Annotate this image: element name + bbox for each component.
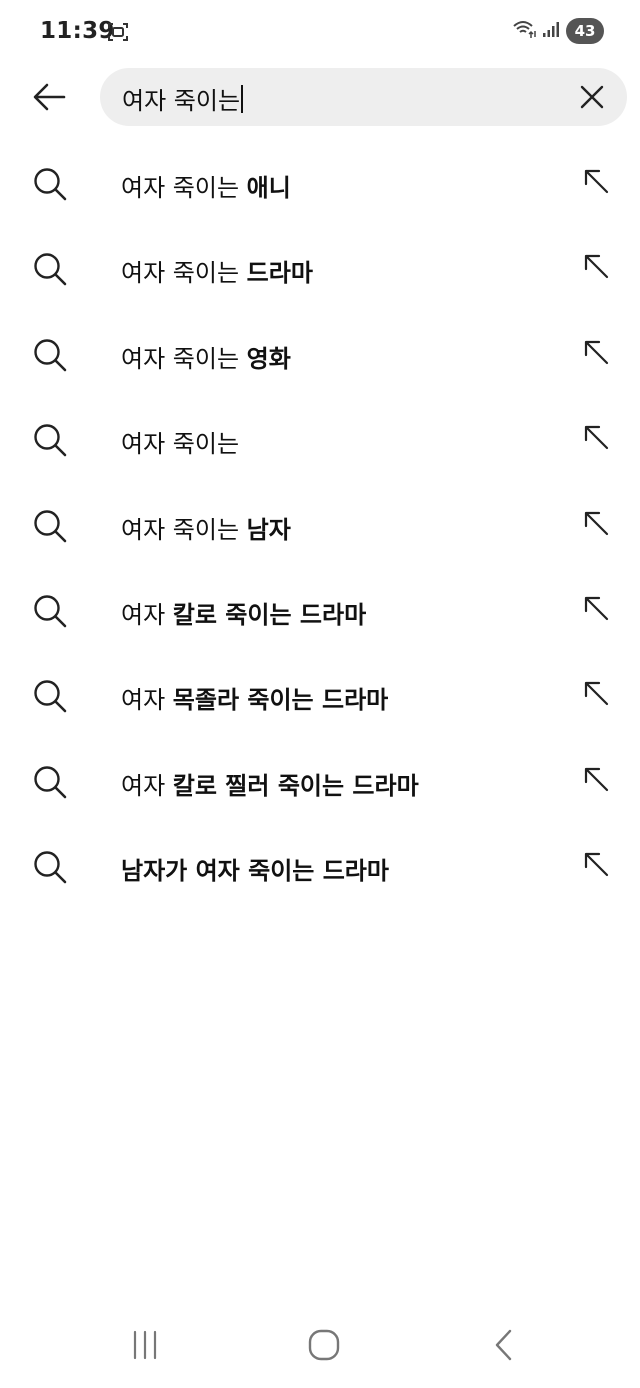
fill-query-button[interactable] bbox=[580, 421, 612, 453]
suggestion-completion: 칼로 찔러 죽이는 드라마 bbox=[172, 771, 419, 800]
text-caret bbox=[241, 84, 244, 113]
status-bar: 11:39 43 bbox=[0, 0, 640, 64]
status-time: 11:39 bbox=[40, 18, 115, 44]
suggestion-item[interactable]: 남자가 여자 죽이는 드라마 bbox=[0, 824, 640, 909]
search-icon bbox=[34, 851, 67, 884]
search-icon bbox=[34, 339, 67, 372]
arrow-up-left-icon bbox=[584, 596, 609, 621]
suggestion-text: 여자 죽이는 남자 bbox=[121, 510, 291, 545]
arrow-up-left-icon bbox=[584, 682, 609, 706]
search-icon bbox=[34, 168, 67, 201]
suggestion-completion: 남자가 여자 죽이는 드라마 bbox=[121, 857, 389, 886]
nav-back-button[interactable] bbox=[473, 1326, 533, 1364]
screen: 11:39 43 여자 죽이는 여자 죽이는 애니 여자 죽이는 드라마 여자 … bbox=[0, 0, 640, 1388]
suggestion-prefix: 여자 bbox=[121, 600, 173, 629]
arrow-up-left-icon bbox=[584, 511, 609, 535]
suggestion-item[interactable]: 여자 목졸라 죽이는 드라마 bbox=[0, 653, 640, 738]
suggestion-prefix: 여자 죽이는 bbox=[121, 430, 240, 459]
suggestion-prefix: 여자 bbox=[121, 686, 173, 715]
search-icon bbox=[34, 595, 67, 628]
fill-query-button[interactable] bbox=[580, 592, 612, 624]
home-icon bbox=[308, 1329, 340, 1361]
fill-query-button[interactable] bbox=[580, 165, 612, 197]
search-box[interactable]: 여자 죽이는 bbox=[100, 68, 627, 126]
suggestion-prefix: 여자 죽이는 bbox=[121, 174, 247, 202]
suggestion-prefix: 여자 bbox=[121, 771, 173, 800]
wifi-icon bbox=[512, 19, 536, 43]
suggestion-completion: 애니 bbox=[246, 174, 291, 202]
suggestion-prefix: 여자 죽이는 bbox=[121, 344, 247, 373]
suggestion-item[interactable]: 여자 칼로 찔러 죽이는 드라마 bbox=[0, 739, 640, 824]
suggestion-completion: 목졸라 죽이는 드라마 bbox=[172, 686, 389, 715]
home-button[interactable] bbox=[294, 1326, 354, 1364]
search-query: 여자 죽이는 bbox=[122, 87, 241, 115]
search-icon bbox=[34, 253, 67, 286]
suggestion-completion: 칼로 죽이는 드라마 bbox=[172, 600, 367, 629]
fill-query-button[interactable] bbox=[580, 507, 612, 539]
arrow-up-left-icon bbox=[584, 340, 609, 364]
suggestion-text: 여자 칼로 찔러 죽이는 드라마 bbox=[121, 766, 419, 801]
screenshot-icon bbox=[107, 22, 129, 46]
fill-query-button[interactable] bbox=[580, 250, 612, 282]
suggestion-text: 여자 죽이는 애니 bbox=[121, 168, 291, 203]
arrow-up-left-icon bbox=[584, 853, 609, 877]
arrow-up-left-icon bbox=[584, 426, 609, 450]
search-icon bbox=[34, 766, 67, 799]
arrow-up-left-icon bbox=[584, 169, 609, 194]
suggestion-item[interactable]: 여자 죽이는 애니 bbox=[0, 141, 640, 226]
suggestion-text: 여자 목졸라 죽이는 드라마 bbox=[121, 680, 388, 715]
suggestion-text: 남자가 여자 죽이는 드라마 bbox=[121, 851, 389, 886]
signal-icon bbox=[542, 20, 560, 42]
fill-query-button[interactable] bbox=[580, 763, 612, 795]
suggestion-prefix: 여자 죽이는 bbox=[121, 515, 247, 544]
suggestion-item[interactable]: 여자 죽이는 드라마 bbox=[0, 226, 640, 311]
fill-query-button[interactable] bbox=[580, 848, 612, 880]
recent-apps-button[interactable] bbox=[115, 1326, 175, 1364]
search-icon bbox=[34, 424, 67, 457]
search-icon bbox=[34, 509, 67, 542]
suggestion-text: 여자 칼로 죽이는 드라마 bbox=[121, 595, 366, 630]
arrow-up-left-icon bbox=[584, 255, 609, 279]
search-header: 여자 죽이는 bbox=[0, 68, 640, 126]
suggestion-completion: 드라마 bbox=[246, 259, 313, 288]
suggestion-prefix: 여자 죽이는 bbox=[121, 259, 247, 288]
battery-icon: 43 bbox=[566, 18, 604, 44]
suggestion-text: 여자 죽이는 bbox=[121, 424, 239, 459]
back-button[interactable] bbox=[28, 78, 70, 116]
search-input[interactable]: 여자 죽이는 bbox=[122, 81, 244, 116]
close-icon bbox=[580, 85, 604, 109]
suggestion-completion: 영화 bbox=[246, 344, 291, 373]
suggestion-completion: 남자 bbox=[246, 515, 291, 544]
suggestion-list: 여자 죽이는 애니 여자 죽이는 드라마 여자 죽이는 영화 여자 죽이는 여자 죽이는… bbox=[0, 141, 640, 910]
suggestion-item[interactable]: 여자 죽이는 남자 bbox=[0, 483, 640, 568]
search-icon bbox=[34, 680, 67, 713]
suggestion-text: 여자 죽이는 드라마 bbox=[121, 253, 313, 288]
suggestion-item[interactable]: 여자 죽이는 영화 bbox=[0, 312, 640, 397]
navigation-bar bbox=[0, 1310, 640, 1380]
clear-button[interactable] bbox=[577, 82, 607, 112]
suggestion-item[interactable]: 여자 죽이는 bbox=[0, 397, 640, 482]
back-icon bbox=[495, 1329, 512, 1361]
arrow-up-left-icon bbox=[584, 767, 609, 791]
fill-query-button[interactable] bbox=[580, 336, 612, 368]
recent-apps-icon bbox=[133, 1330, 157, 1360]
suggestion-item[interactable]: 여자 칼로 죽이는 드라마 bbox=[0, 568, 640, 653]
suggestion-text: 여자 죽이는 영화 bbox=[121, 339, 291, 374]
fill-query-button[interactable] bbox=[580, 677, 612, 709]
status-icons: 43 bbox=[512, 18, 604, 44]
arrow-left-icon bbox=[33, 83, 66, 111]
